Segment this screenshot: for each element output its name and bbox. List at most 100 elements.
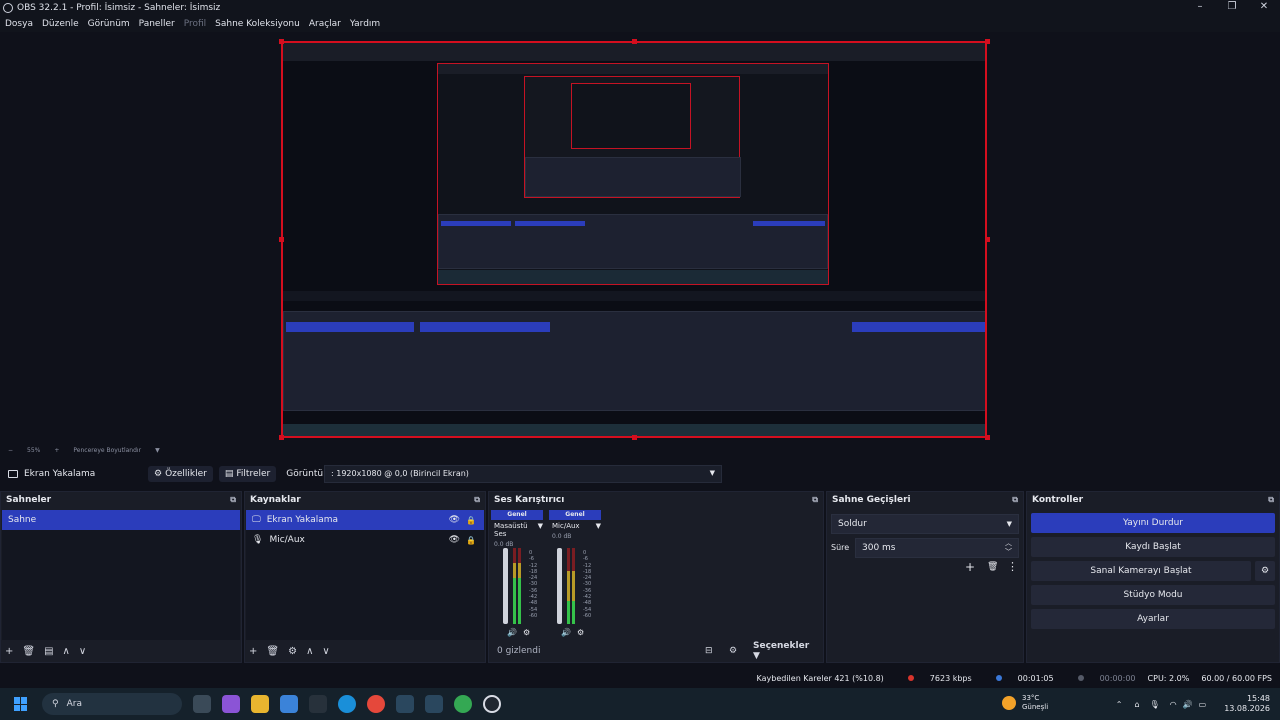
scene-filters-button[interactable]: ▤ (44, 646, 53, 657)
display-select[interactable]: : 1920x1080 @ 0,0 (Birincil Ekran) ▼ (324, 465, 722, 483)
minimize-button[interactable]: – (1184, 0, 1216, 16)
temperature: 33°C (1022, 694, 1040, 702)
resize-handle[interactable] (632, 435, 637, 440)
taskbar-search[interactable]: ⚲ Ara (42, 693, 182, 715)
menu-view[interactable]: Görünüm (88, 19, 130, 29)
start-recording-button[interactable]: Kaydı Başlat (1031, 537, 1275, 557)
visibility-icon[interactable]: 👁 (449, 535, 460, 545)
channel-settings-icon[interactable]: ⚙ (523, 628, 530, 637)
system-tray: ⌃ ⌂ 🎙 ◠ 🔊 ▭ 15:48 13.08.2026 (1116, 688, 1270, 720)
move-down-button[interactable]: ∨ (79, 646, 86, 657)
epic-games-icon[interactable] (309, 695, 327, 713)
resize-handle[interactable] (279, 237, 284, 242)
studio-mode-button[interactable]: Stüdyo Modu (1031, 585, 1275, 605)
start-virtual-camera-button[interactable]: Sanal Kamerayı Başlat (1031, 561, 1251, 581)
add-scene-button[interactable]: + (5, 646, 13, 657)
properties-label: Özellikler (165, 469, 207, 479)
source-item[interactable]: 🎙 Mic/Aux 👁 🔒 (246, 530, 484, 550)
channel-name-select[interactable]: Masaüstü Ses ▼ (491, 522, 543, 538)
store-icon[interactable] (280, 695, 298, 713)
source-item-label: Ekran Yakalama (266, 515, 339, 525)
remove-scene-button[interactable]: 🗑 (22, 646, 35, 657)
speaker-icon[interactable]: 🔊 (561, 628, 571, 637)
chrome-icon[interactable] (367, 695, 385, 713)
speaker-icon[interactable]: 🔊 (507, 628, 517, 637)
move-down-button[interactable]: ∨ (322, 646, 329, 657)
undock-icon[interactable]: ⧉ (474, 495, 480, 505)
move-up-button[interactable]: ∧ (306, 646, 313, 657)
visibility-icon[interactable]: 👁 (449, 515, 460, 525)
volume-fader[interactable] (503, 548, 508, 624)
transition-select[interactable]: Soldur ▼ (831, 514, 1019, 534)
fit-to-window-label[interactable]: Pencereye Boyutlandır (73, 447, 141, 454)
options-button[interactable]: Seçenekler ▼ (753, 641, 818, 661)
resize-handle[interactable] (985, 237, 990, 242)
move-up-button[interactable]: ∧ (63, 646, 70, 657)
properties-button[interactable]: ⚙ Özellikler (148, 466, 213, 482)
chrome-profile-icon[interactable] (454, 695, 472, 713)
advanced-audio-icon[interactable]: ⚙ (729, 646, 737, 656)
stop-streaming-button[interactable]: Yayını Durdur (1031, 513, 1275, 533)
resize-handle[interactable] (279, 435, 284, 440)
add-source-button[interactable]: + (249, 646, 257, 657)
resize-handle[interactable] (279, 39, 284, 44)
remove-source-button[interactable]: 🗑 (266, 646, 279, 657)
settings-button[interactable]: Ayarlar (1031, 609, 1275, 629)
source-properties-button[interactable]: ⚙ (288, 646, 297, 657)
weather-widget[interactable]: 33°C Güneşli (1002, 694, 1048, 712)
battery-icon[interactable]: ▭ (1199, 700, 1207, 709)
channel-name-select[interactable]: Mic/Aux ▼ (549, 522, 601, 530)
clock[interactable]: 15:48 13.08.2026 (1224, 694, 1270, 714)
undock-icon[interactable]: ⧉ (812, 495, 818, 505)
lock-icon[interactable]: 🔒 (466, 516, 476, 525)
copilot-icon[interactable] (222, 695, 240, 713)
undock-icon[interactable]: ⧉ (1268, 495, 1274, 505)
virtual-camera-settings-button[interactable]: ⚙ (1255, 561, 1275, 581)
stream-time: 00:01:05 (984, 674, 1054, 683)
add-transition-button[interactable]: + (965, 560, 975, 574)
scene-item[interactable]: Sahne (2, 510, 240, 530)
menu-edit[interactable]: Düzenle (42, 19, 79, 29)
edge-icon[interactable] (338, 695, 356, 713)
close-button[interactable]: ✕ (1248, 0, 1280, 16)
menu-file[interactable]: Dosya (5, 19, 33, 29)
maximize-button[interactable]: ❐ (1216, 0, 1248, 16)
preview-canvas[interactable] (281, 41, 987, 438)
source-item-label: Mic/Aux (269, 535, 305, 545)
resize-handle[interactable] (985, 435, 990, 440)
undock-icon[interactable]: ⧉ (1012, 495, 1018, 505)
chevron-up-icon[interactable]: ⌃ (1116, 700, 1123, 709)
filters-button[interactable]: ▤ Filtreler (218, 466, 277, 482)
spin-arrows-icon[interactable]: ︿ ﹀ (1005, 539, 1012, 557)
wifi-icon[interactable]: ◠ (1170, 700, 1177, 709)
layout-icon[interactable]: ⊟ (705, 646, 713, 656)
duration-input[interactable]: 300 ms ︿ ﹀ (855, 538, 1019, 558)
zoom-out-button[interactable]: − (8, 447, 13, 454)
menu-docks[interactable]: Paneller (139, 19, 175, 29)
volume-fader[interactable] (557, 548, 562, 624)
lock-icon[interactable]: 🔒 (466, 536, 476, 545)
menu-tools[interactable]: Araçlar (309, 19, 341, 29)
menu-help[interactable]: Yardım (350, 19, 380, 29)
steam-icon[interactable] (425, 695, 443, 713)
undock-icon[interactable]: ⧉ (230, 495, 236, 505)
menu-profile[interactable]: Profil (184, 19, 206, 29)
trash-icon[interactable]: 🗑 (987, 562, 998, 572)
resize-handle[interactable] (985, 39, 990, 44)
display-value: : 1920x1080 @ 0,0 (Birincil Ekran) (331, 469, 469, 478)
resize-handle[interactable] (632, 39, 637, 44)
volume-icon[interactable]: 🔊 (1183, 700, 1193, 709)
source-item[interactable]: 🖵 Ekran Yakalama 👁 🔒 (246, 510, 484, 530)
channel-settings-icon[interactable]: ⚙ (577, 628, 584, 637)
file-explorer-icon[interactable] (251, 695, 269, 713)
zoom-in-button[interactable]: + (54, 447, 59, 454)
chevron-down-icon[interactable]: ▼ (155, 447, 160, 454)
steam-icon[interactable] (396, 695, 414, 713)
more-options-icon[interactable]: ⋮ (1007, 560, 1018, 573)
obs-icon[interactable] (483, 695, 501, 713)
home-icon[interactable]: ⌂ (1134, 700, 1139, 709)
menu-scene-collection[interactable]: Sahne Koleksiyonu (215, 19, 300, 29)
windows-start-icon[interactable] (14, 697, 28, 711)
microphone-icon[interactable]: 🎙 (1150, 700, 1160, 709)
task-view-icon[interactable] (193, 695, 211, 713)
